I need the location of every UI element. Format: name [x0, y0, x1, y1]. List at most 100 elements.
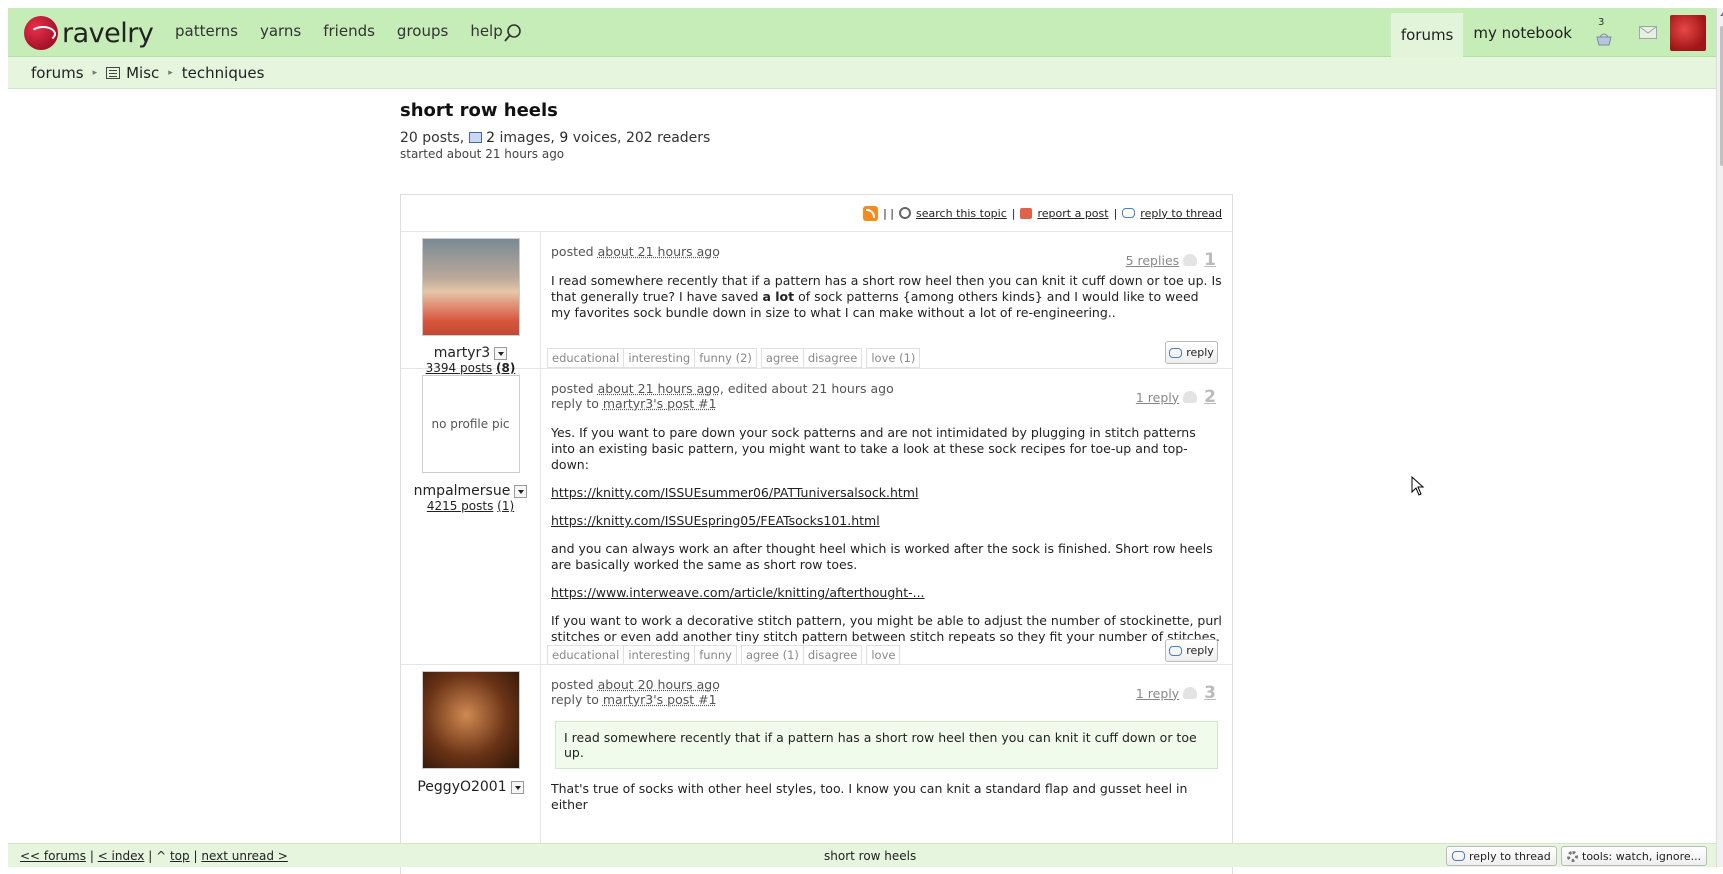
vertical-scrollbar[interactable]: [1716, 8, 1723, 867]
reply-to-thread-button[interactable]: reply to thread: [1446, 846, 1557, 866]
post-author: martyr3 3394 posts (8): [401, 232, 541, 375]
username[interactable]: martyr3: [434, 345, 490, 361]
profile-picture[interactable]: no profile pic: [421, 375, 520, 473]
logo-text: ravelry: [62, 17, 154, 49]
back-to-forums-link[interactable]: << forums: [20, 849, 86, 863]
post-paragraph: That's true of socks with other heel sty…: [551, 781, 1188, 812]
user-posts-link[interactable]: 4215 posts: [427, 499, 494, 513]
voices-link[interactable]: 9: [559, 130, 568, 146]
topic-title: short row heels: [400, 100, 558, 121]
replies-link[interactable]: 5 replies: [1126, 253, 1180, 268]
forum-post-2: no profile pic nmpalmersue 4215 posts (1…: [401, 369, 1232, 665]
breadcrumb-forums[interactable]: forums: [31, 64, 84, 82]
index-link[interactable]: < index: [98, 849, 145, 863]
tag-agree[interactable]: agree: [762, 349, 804, 367]
gear-icon: [1567, 850, 1578, 862]
chevron-down-icon[interactable]: [514, 484, 528, 498]
nav-friends[interactable]: friends: [323, 22, 375, 40]
nav-yarns[interactable]: yarns: [260, 22, 301, 40]
heart-icon[interactable]: [1183, 687, 1198, 699]
post-number[interactable]: 1: [1204, 250, 1216, 270]
messages-button[interactable]: [1626, 11, 1670, 55]
posted-label: posted: [551, 677, 594, 692]
post-link[interactable]: https://knitty.com/ISSUEsummer06/PATTuni…: [551, 485, 918, 500]
post-paragraph: and you can always work an after thought…: [551, 541, 1213, 572]
tag-educational[interactable]: educational: [548, 646, 625, 664]
separator: |: [89, 849, 94, 863]
topic-stats: 20 posts, 2 images, 9 voices, 202 reader…: [400, 130, 1240, 146]
reply-button[interactable]: reply: [1165, 639, 1218, 662]
post-number[interactable]: 2: [1204, 387, 1216, 407]
posted-time[interactable]: about 21 hours ago: [598, 244, 720, 259]
tag-love[interactable]: love (1): [867, 349, 919, 367]
basket-button[interactable]: 3: [1582, 11, 1626, 55]
report-post-link[interactable]: report a post: [1037, 207, 1108, 220]
reply-to: reply to martyr3's post #1: [551, 692, 1222, 707]
ravelry-logo[interactable]: ravelry: [24, 16, 154, 50]
nav-patterns[interactable]: patterns: [175, 22, 238, 40]
list-icon: [106, 66, 121, 79]
username[interactable]: PeggyO2001: [417, 779, 506, 795]
forum-post-3: PeggyO2001 posted about 20 hours ago rep…: [401, 665, 1232, 865]
top-link[interactable]: top: [170, 849, 190, 863]
posted-label: posted: [551, 244, 594, 259]
speech-bubble-icon: [1169, 347, 1183, 358]
post-reactions: educational interesting funny agree (1) dis…: [547, 645, 901, 665]
reply-to-link[interactable]: martyr3's post #1: [603, 396, 717, 411]
tag-disagree[interactable]: disagree: [804, 646, 861, 664]
profile-picture[interactable]: [421, 671, 520, 769]
reply-to-thread-link[interactable]: reply to thread: [1140, 207, 1222, 220]
tag-funny[interactable]: funny: [695, 646, 736, 664]
mouse-cursor-icon: [1411, 476, 1425, 496]
username[interactable]: nmpalmersue: [414, 483, 511, 499]
breadcrumb-misc[interactable]: Misc: [126, 64, 159, 82]
tools-button[interactable]: tools: watch, ignore...: [1561, 846, 1708, 866]
tag-funny[interactable]: funny (2): [695, 349, 756, 367]
user-badge[interactable]: (1): [497, 499, 514, 513]
replies-link[interactable]: 1 reply: [1136, 390, 1179, 405]
tag-interesting[interactable]: interesting: [624, 349, 696, 367]
user-avatar[interactable]: [1670, 14, 1706, 51]
post-link[interactable]: https://knitty.com/ISSUEspring05/FEATsoc…: [551, 513, 880, 528]
tag-disagree[interactable]: disagree: [804, 349, 861, 367]
voices-label: voices, 202 readers: [568, 130, 711, 146]
rss-icon[interactable]: [863, 205, 879, 221]
reply-to-label: reply to: [551, 396, 603, 411]
tag-educational[interactable]: educational: [548, 349, 625, 367]
thread-container: | | search this topic | report a post | …: [400, 194, 1233, 874]
search-topic-link[interactable]: search this topic: [916, 207, 1007, 220]
post-number[interactable]: 3: [1204, 683, 1216, 703]
heart-icon[interactable]: [1183, 391, 1198, 403]
replies-link[interactable]: 1 reply: [1136, 686, 1179, 701]
post-link[interactable]: https://www.interweave.com/article/knitt…: [551, 585, 925, 600]
reply-label: reply: [1186, 644, 1214, 657]
reply-button[interactable]: reply: [1165, 341, 1218, 364]
posted-time[interactable]: about 21 hours ago: [598, 381, 720, 396]
post-body: That's true of socks with other heel sty…: [551, 781, 1222, 813]
tag-interesting[interactable]: interesting: [624, 646, 696, 664]
nav-help[interactable]: help: [470, 22, 502, 40]
next-unread-link[interactable]: next unread >: [201, 849, 288, 863]
reply-to-link[interactable]: martyr3's post #1: [603, 692, 717, 707]
heart-icon[interactable]: [1183, 254, 1198, 266]
post-content: posted about 21 hours ago 5 replies 1 I …: [541, 232, 1232, 368]
chevron-down-icon[interactable]: [494, 346, 508, 360]
page-frame: ravelry patterns yarns friends groups he…: [8, 8, 1723, 874]
post-body: I read somewhere recently that if a patt…: [551, 273, 1222, 321]
post-content: posted about 21 hours ago, edited about …: [541, 369, 1232, 665]
chevron-down-icon[interactable]: [510, 780, 524, 794]
nav-groups[interactable]: groups: [397, 22, 448, 40]
nav-my-notebook[interactable]: my notebook: [1463, 24, 1582, 42]
breadcrumb-techniques[interactable]: techniques: [182, 64, 265, 82]
posted-time[interactable]: about 20 hours ago: [598, 677, 720, 692]
nav-forums[interactable]: forums: [1390, 12, 1464, 57]
separator: |: [193, 849, 198, 863]
search-icon[interactable]: [502, 22, 524, 44]
post-meta: posted about 20 hours ago: [551, 677, 1222, 692]
speech-bubble-icon: [1452, 851, 1465, 861]
tag-love[interactable]: love: [867, 646, 899, 664]
profile-picture[interactable]: [421, 238, 520, 336]
toolbar-separator: | |: [883, 206, 895, 220]
tag-agree[interactable]: agree (1): [742, 646, 804, 664]
images-link[interactable]: 2: [486, 130, 495, 146]
